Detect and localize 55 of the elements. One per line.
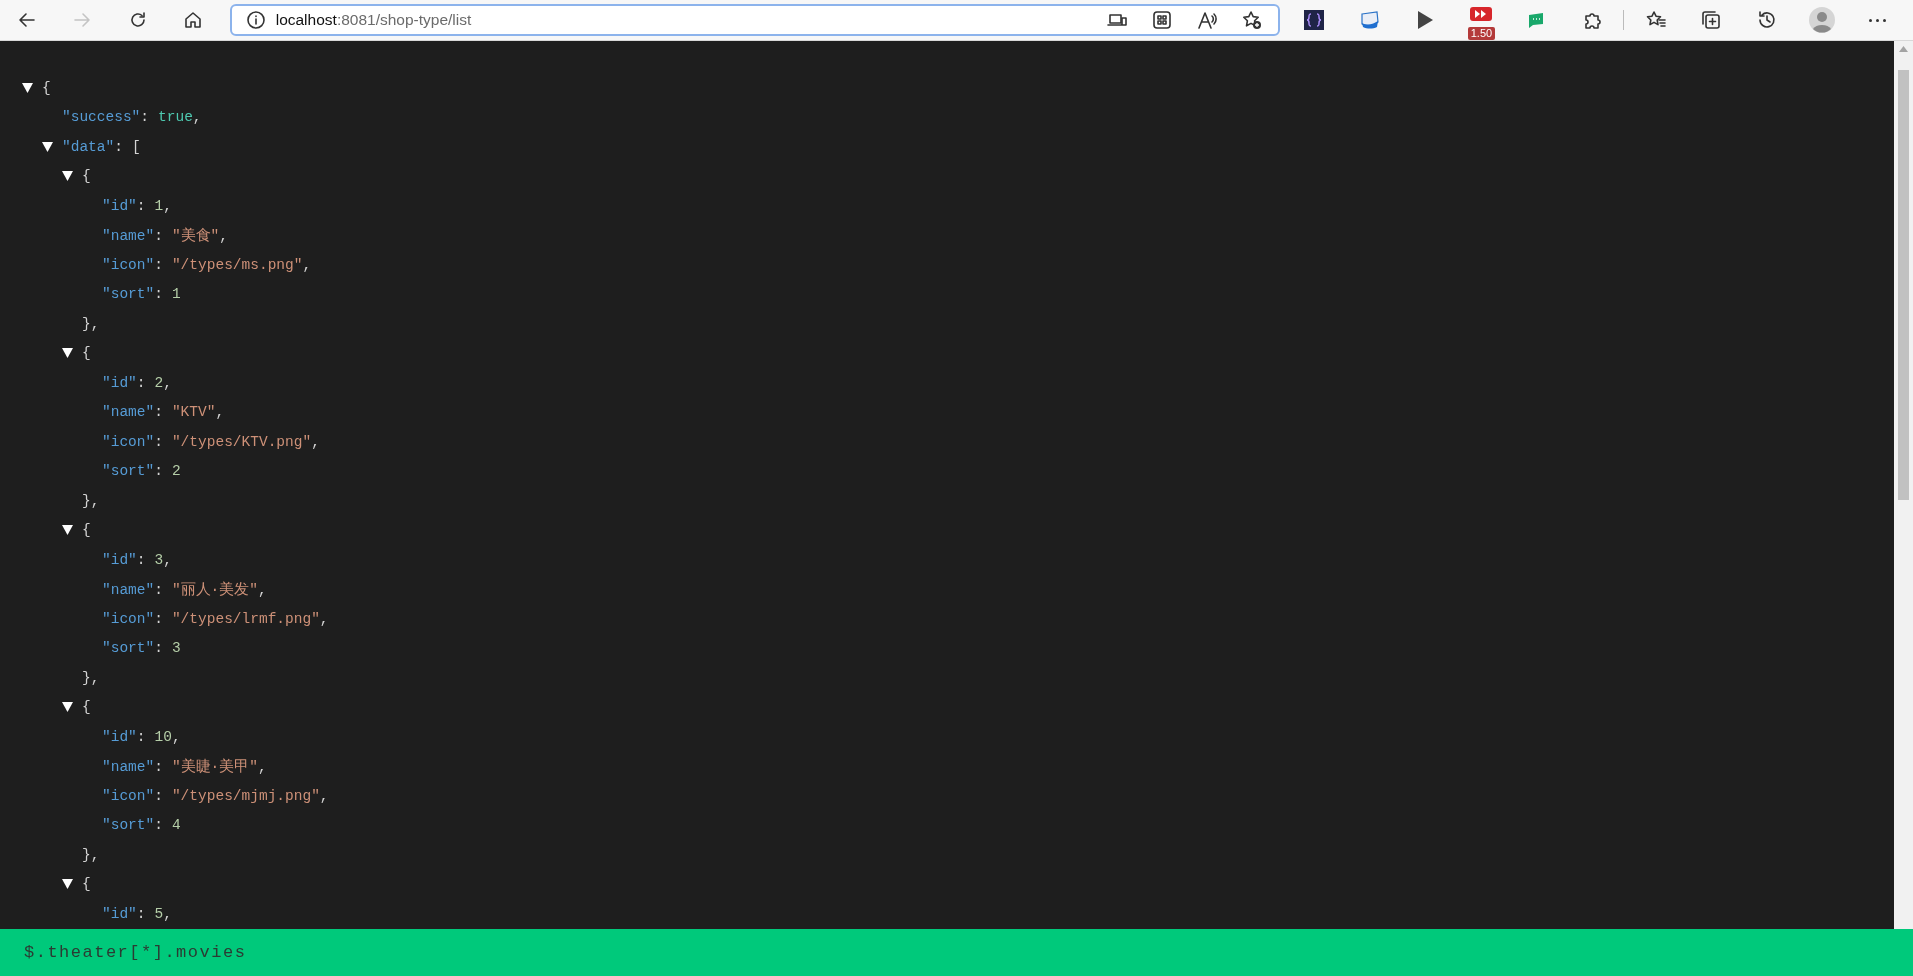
grid-icon xyxy=(1152,10,1173,30)
json-line: { xyxy=(82,168,91,185)
json-line: "icon": "/types/ms.png", xyxy=(102,256,312,273)
json-line: { xyxy=(82,876,91,893)
back-arrow-icon xyxy=(16,10,37,30)
json-line: "sort": 2 xyxy=(102,463,181,480)
json-line: }, xyxy=(82,669,100,686)
more-icon xyxy=(1869,18,1887,22)
address-bar[interactable]: localhost:8081/shop-type/list xyxy=(229,4,1281,36)
json-line: "name": "丽人·美发", xyxy=(102,580,267,599)
json-line: { xyxy=(42,79,51,96)
collapse-triangle-icon[interactable] xyxy=(42,141,53,152)
json-line: "id": 10, xyxy=(102,728,181,745)
collections-icon xyxy=(1701,10,1722,30)
json-line: "sort": 1 xyxy=(102,286,181,303)
json-line: "id": 2, xyxy=(102,374,172,391)
star-plus-icon xyxy=(1242,10,1263,30)
json-line: "sort": 3 xyxy=(102,640,181,657)
json-line: { xyxy=(82,522,91,539)
braces-icon xyxy=(1303,9,1326,31)
collapse-triangle-icon[interactable] xyxy=(62,525,73,536)
json-line: "name": "美食", xyxy=(102,226,229,245)
avatar-icon xyxy=(1809,7,1836,33)
cup-icon xyxy=(1358,9,1381,31)
json-line: "id": 1, xyxy=(102,197,172,214)
fast-forward-icon xyxy=(1468,6,1493,22)
json-line: "sort": 4 xyxy=(102,817,181,834)
json-line: "success": true, xyxy=(62,109,202,126)
json-line: "icon": "/types/mjmj.png", xyxy=(102,787,329,804)
scrollbar[interactable] xyxy=(1894,41,1913,929)
json-line: "id": 3, xyxy=(102,551,172,568)
json-line: { xyxy=(82,699,91,716)
json-line: }, xyxy=(82,846,100,863)
scrollbar-thumb[interactable] xyxy=(1898,70,1909,500)
read-aloud-icon xyxy=(1197,10,1218,30)
forward-arrow-icon xyxy=(72,10,93,30)
info-icon xyxy=(245,10,266,30)
json-line: "data": [ xyxy=(62,138,141,155)
json-line: "icon": "/types/lrmf.png", xyxy=(102,610,329,627)
json-line: }, xyxy=(82,315,100,332)
collapse-triangle-icon[interactable] xyxy=(22,82,33,93)
json-line: "name": "美睫·美甲", xyxy=(102,757,267,776)
collapse-triangle-icon[interactable] xyxy=(62,879,73,890)
home-icon xyxy=(183,10,204,30)
json-line: }, xyxy=(82,492,100,509)
collapse-triangle-icon[interactable] xyxy=(62,348,73,359)
history-icon xyxy=(1756,10,1777,30)
jsonpath-text: $.theater[*].movies xyxy=(24,943,247,962)
json-line: "icon": "/types/KTV.png", xyxy=(102,433,320,450)
collapse-triangle-icon[interactable] xyxy=(62,171,73,182)
collapse-triangle-icon[interactable] xyxy=(62,702,73,713)
json-line: { xyxy=(82,345,91,362)
json-line: "name": "KTV", xyxy=(102,404,225,421)
star-list-icon xyxy=(1645,10,1666,30)
json-line: "id": 5, xyxy=(102,905,172,922)
